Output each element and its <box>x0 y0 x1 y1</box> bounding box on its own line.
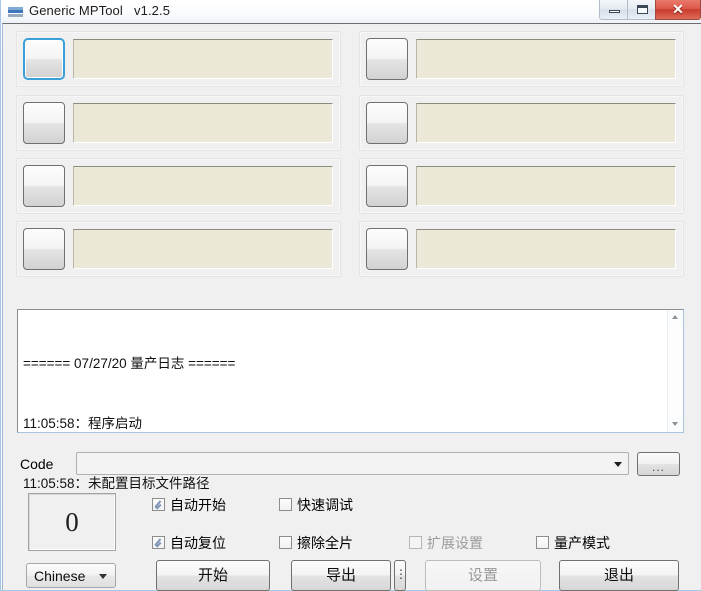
checkbox-ext-settings-box <box>409 536 422 549</box>
log-line-3: 11:05:58：未配置目标文件路径 <box>23 476 210 491</box>
language-value: Chinese <box>34 568 86 584</box>
log-line-1: ====== 07/27/20 量产日志 ====== <box>23 356 236 371</box>
chevron-down-icon[interactable] <box>614 462 622 467</box>
language-combobox[interactable]: Chinese <box>26 563 116 588</box>
device-slot-3[interactable] <box>16 158 341 214</box>
window-controls: ✕ <box>599 0 701 21</box>
settings-button: 设置 <box>425 560 541 591</box>
device-slot-4[interactable] <box>16 221 341 277</box>
slot-6-button[interactable] <box>366 102 408 144</box>
maximize-icon <box>637 5 648 14</box>
slot-2-status-field <box>73 103 333 143</box>
slot-4-button[interactable] <box>23 228 65 270</box>
log-scrollbar[interactable] <box>667 310 683 432</box>
slot-5-button[interactable] <box>366 38 408 80</box>
slot-4-status-field <box>73 229 333 269</box>
client-area: ====== 07/27/20 量产日志 ====== 11:05:58：程序启… <box>2 23 701 591</box>
slot-8-button[interactable] <box>366 228 408 270</box>
checkbox-auto-start-label: 自动开始 <box>170 497 226 513</box>
log-line-2: 11:05:58：程序启动 <box>23 416 143 431</box>
device-slot-5[interactable] <box>359 31 684 87</box>
slot-5-status-field <box>416 39 676 79</box>
slot-8-status-field <box>416 229 676 269</box>
minimize-button[interactable] <box>599 0 628 20</box>
scroll-track[interactable] <box>668 325 683 417</box>
checkbox-mp-mode-box[interactable] <box>536 536 549 549</box>
app-bars-icon <box>8 6 23 18</box>
device-slot-2[interactable] <box>16 95 341 151</box>
slot-1-status-field <box>73 39 333 79</box>
close-button[interactable]: ✕ <box>655 0 701 20</box>
minimize-icon <box>609 10 620 13</box>
device-slot-1[interactable] <box>16 31 341 87</box>
checkbox-ext-settings-label: 扩展设置 <box>427 535 483 551</box>
chevron-down-icon[interactable] <box>99 574 107 579</box>
code-label: Code <box>20 456 54 472</box>
start-button[interactable]: 开始 <box>156 560 270 591</box>
checkbox-quick-debug-label: 快速调试 <box>297 497 353 513</box>
slot-1-button[interactable] <box>23 38 65 80</box>
log-panel[interactable]: ====== 07/27/20 量产日志 ====== 11:05:58：程序启… <box>17 309 684 491</box>
slot-3-status-field <box>73 166 333 206</box>
export-button[interactable]: 导出 <box>291 560 391 591</box>
window-frame: Generic MPTool v1.2.5 ✕ ====== 07/27/20 … <box>0 0 701 591</box>
device-slot-8[interactable] <box>359 221 684 277</box>
slot-7-status-field <box>416 166 676 206</box>
slot-7-button[interactable] <box>366 165 408 207</box>
scroll-down-icon[interactable] <box>668 417 683 432</box>
window-title: Generic MPTool v1.2.5 <box>29 3 171 18</box>
title-bar[interactable]: Generic MPTool v1.2.5 ✕ <box>1 0 701 23</box>
device-slot-7[interactable] <box>359 158 684 214</box>
code-combobox[interactable] <box>76 452 629 475</box>
checkbox-erase-all-box[interactable] <box>279 536 292 549</box>
more-options-button[interactable]: ⋮ <box>394 560 407 591</box>
checkbox-erase-all-label: 擦除全片 <box>297 535 353 551</box>
checkbox-auto-start-box[interactable] <box>152 498 165 511</box>
checkbox-auto-reset-box[interactable] <box>152 536 165 549</box>
device-slot-6[interactable] <box>359 95 684 151</box>
exit-button[interactable]: 退出 <box>559 560 679 591</box>
application-window: Generic MPTool v1.2.5 ✕ ====== 07/27/20 … <box>0 0 701 591</box>
checkbox-quick-debug-box[interactable] <box>279 498 292 511</box>
close-icon: ✕ <box>672 1 684 17</box>
slot-6-status-field <box>416 103 676 143</box>
device-slot-grid <box>16 31 684 283</box>
count-display: 0 <box>28 493 116 551</box>
checkbox-auto-reset-label: 自动复位 <box>170 535 226 551</box>
checkbox-mp-mode-label: 量产模式 <box>554 535 610 551</box>
scroll-up-icon[interactable] <box>668 310 683 325</box>
maximize-button[interactable] <box>627 0 656 20</box>
browse-button[interactable]: ... <box>637 452 680 476</box>
slot-2-button[interactable] <box>23 102 65 144</box>
slot-3-button[interactable] <box>23 165 65 207</box>
